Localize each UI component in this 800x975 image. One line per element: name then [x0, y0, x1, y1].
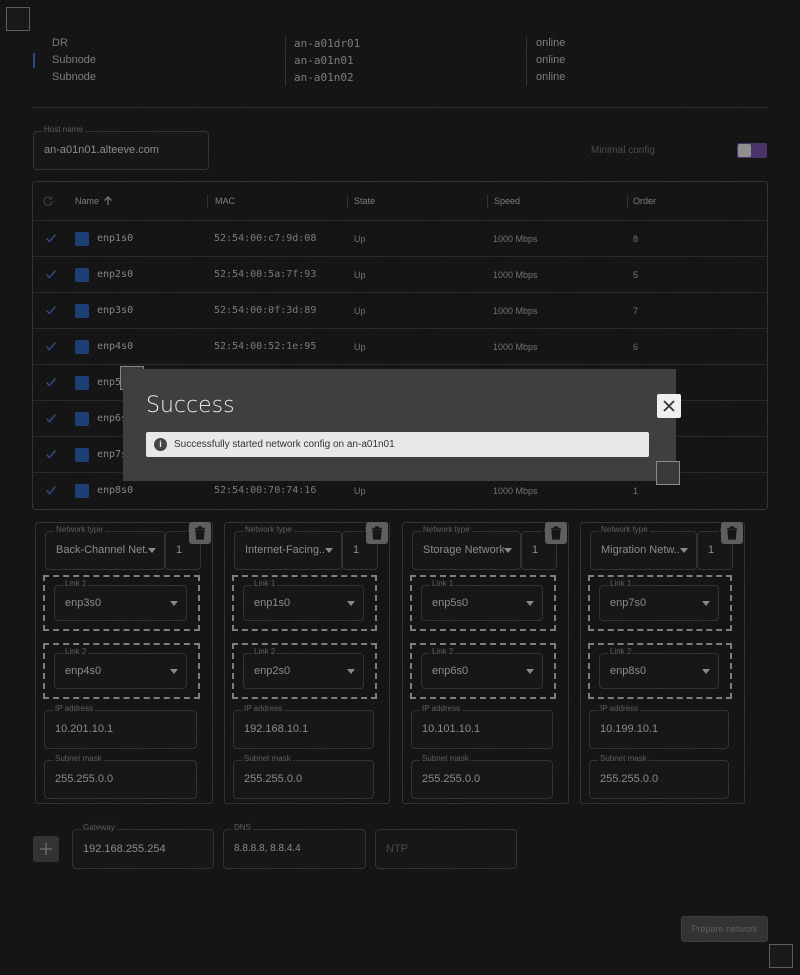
modal-backdrop[interactable] — [0, 0, 800, 975]
dialog-focus-box-bottom[interactable] — [656, 461, 680, 485]
success-dialog: Success i Successfully started network c… — [123, 369, 681, 481]
dialog-message-text: Successfully started network config on a… — [174, 439, 395, 450]
dialog-message: i Successfully started network config on… — [146, 432, 649, 457]
close-button[interactable] — [657, 394, 681, 418]
dialog-title: Success — [146, 393, 235, 418]
close-icon — [663, 400, 675, 412]
info-icon: i — [154, 438, 167, 451]
